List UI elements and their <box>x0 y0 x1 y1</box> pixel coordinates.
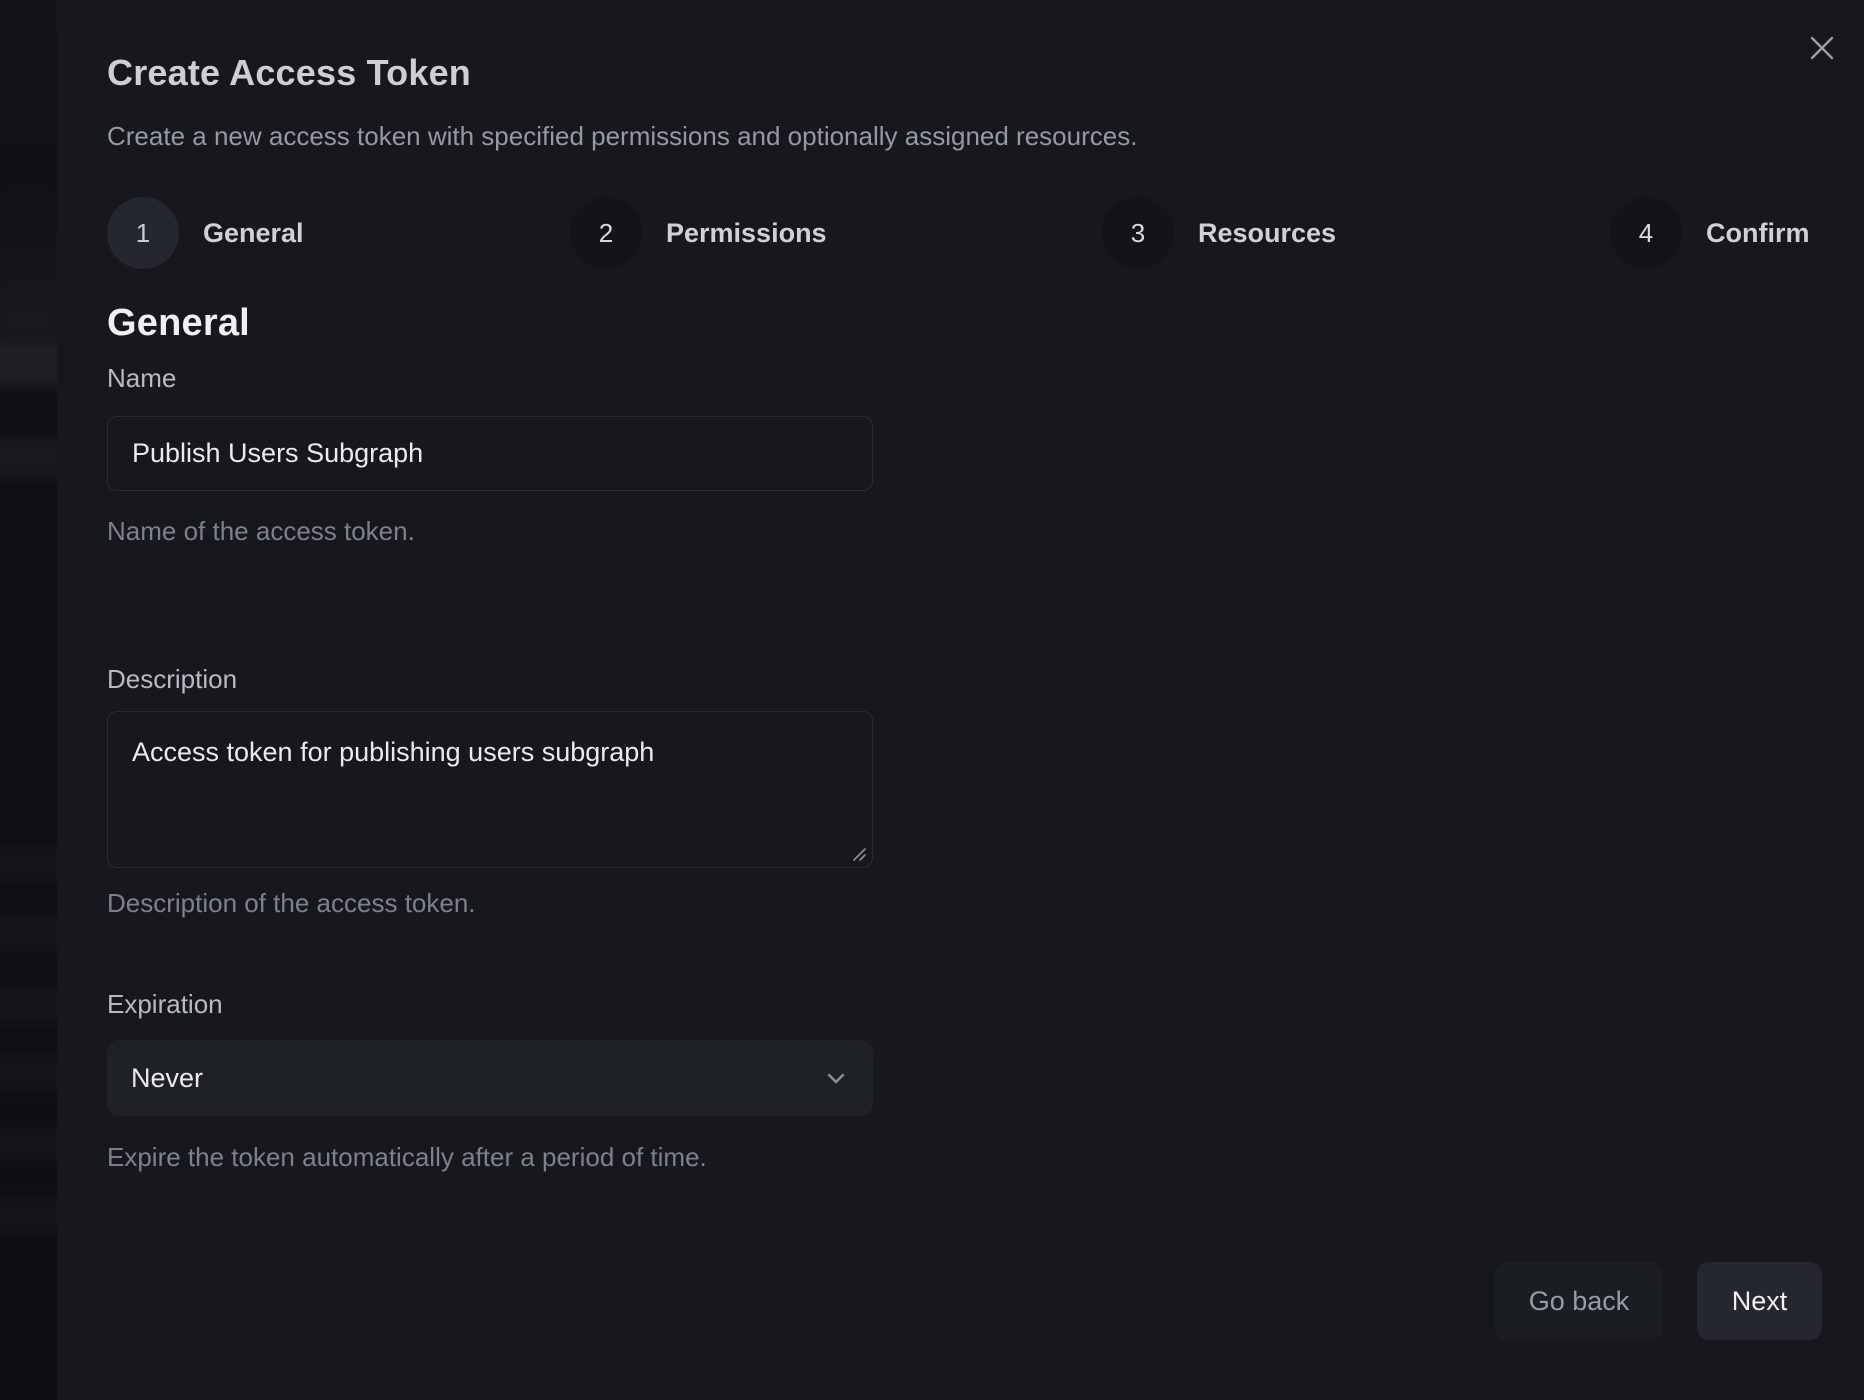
step-number-badge: 2 <box>570 197 642 269</box>
step-item-confirm[interactable]: 4 Confirm <box>1610 197 1810 269</box>
create-access-token-modal: Create Access Token Create a new access … <box>57 0 1864 1400</box>
step-number-badge: 4 <box>1610 197 1682 269</box>
step-label: General <box>203 218 304 249</box>
name-help-text: Name of the access token. <box>107 516 415 547</box>
step-number: 4 <box>1639 218 1653 249</box>
step-label: Resources <box>1198 218 1336 249</box>
step-item-resources[interactable]: 3 Resources <box>1102 197 1336 269</box>
expiration-selected-value: Never <box>131 1063 203 1094</box>
step-item-general[interactable]: 1 General <box>107 197 304 269</box>
blurred-sidebar-content <box>0 0 57 1400</box>
background-page-strip <box>0 0 57 1400</box>
section-heading: General <box>107 302 250 345</box>
step-number-badge: 3 <box>1102 197 1174 269</box>
expiration-label: Expiration <box>107 989 223 1020</box>
expiration-select[interactable]: Never <box>107 1040 873 1116</box>
name-label: Name <box>107 363 176 394</box>
step-number: 2 <box>599 218 613 249</box>
expiration-help-text: Expire the token automatically after a p… <box>107 1142 707 1173</box>
description-textarea[interactable]: Access token for publishing users subgra… <box>107 711 873 868</box>
description-label: Description <box>107 664 237 695</box>
close-icon <box>1810 36 1834 60</box>
go-back-button[interactable]: Go back <box>1495 1262 1663 1340</box>
step-label: Permissions <box>666 218 827 249</box>
screen: Create Access Token Create a new access … <box>0 0 1864 1400</box>
step-label: Confirm <box>1706 218 1810 249</box>
chevron-down-icon <box>823 1065 849 1091</box>
description-help-text: Description of the access token. <box>107 888 476 919</box>
step-item-permissions[interactable]: 2 Permissions <box>570 197 827 269</box>
step-number-badge: 1 <box>107 197 179 269</box>
dialog-title: Create Access Token <box>107 52 471 94</box>
step-number: 1 <box>136 218 150 249</box>
dialog-subtitle: Create a new access token with specified… <box>107 121 1137 152</box>
description-textarea-wrap: Access token for publishing users subgra… <box>107 711 873 868</box>
stepper: 1 General 2 Permissions 3 Resources 4 <box>57 197 1864 269</box>
close-button[interactable] <box>1800 26 1844 70</box>
name-input[interactable] <box>107 416 873 491</box>
step-number: 3 <box>1131 218 1145 249</box>
next-button[interactable]: Next <box>1697 1262 1822 1340</box>
